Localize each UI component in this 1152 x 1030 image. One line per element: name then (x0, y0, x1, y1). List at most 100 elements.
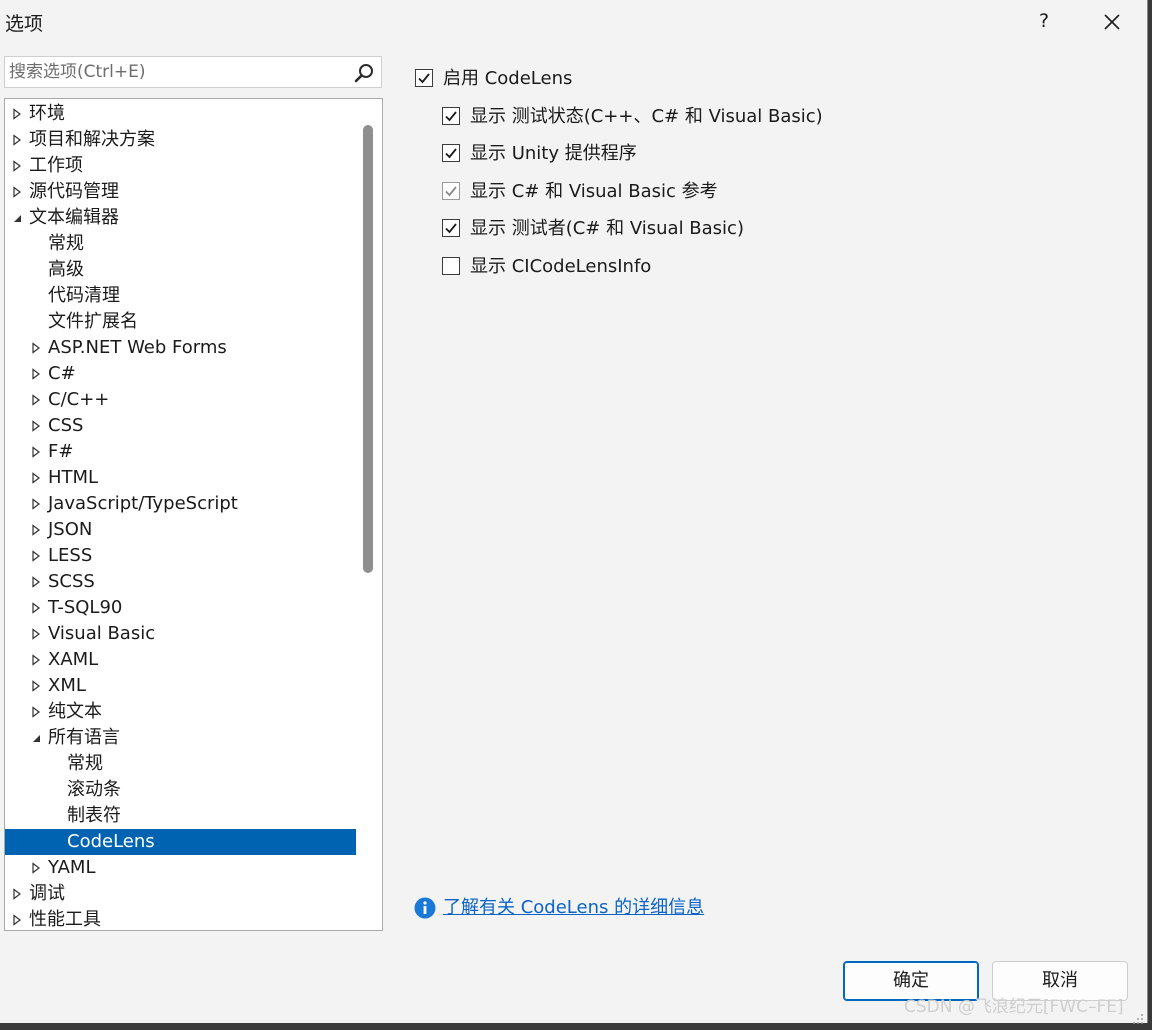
checkmark-icon (418, 73, 430, 84)
collapsed-arrow-icon[interactable] (29, 673, 43, 699)
tree-item[interactable]: F# (5, 439, 356, 465)
tree-item-label: 工作项 (29, 155, 83, 176)
tree-item-label: SCSS (48, 571, 95, 592)
option-checkbox[interactable] (442, 219, 460, 237)
tree-item[interactable]: 工作项 (5, 153, 356, 179)
option-checkbox (442, 182, 460, 200)
tree-item[interactable]: SCSS (5, 569, 356, 595)
tree-item-label: 文件扩展名 (48, 311, 138, 332)
option-label: 启用 CodeLens (443, 68, 573, 89)
tree-item[interactable]: 文本编辑器 (5, 205, 356, 231)
tree-item-label: F# (48, 441, 74, 462)
checkmark-icon (445, 223, 457, 234)
resize-grip-icon[interactable] (1132, 1009, 1144, 1024)
tree-item-label: 高级 (48, 259, 84, 280)
tree-item[interactable]: HTML (5, 465, 356, 491)
collapsed-arrow-icon[interactable] (29, 543, 43, 569)
collapsed-arrow-icon[interactable] (10, 881, 24, 907)
collapsed-arrow-icon[interactable] (10, 179, 24, 205)
tree-item[interactable]: ASP.NET Web Forms (5, 335, 356, 361)
tree-item[interactable]: 滚动条 (5, 777, 356, 803)
tree-item[interactable]: 源代码管理 (5, 179, 356, 205)
tree-item[interactable]: C/C++ (5, 387, 356, 413)
tree-item-label: 代码清理 (48, 285, 120, 306)
option-checkbox[interactable] (442, 107, 460, 125)
tree-item[interactable]: LESS (5, 543, 356, 569)
tree-item-label: XML (48, 675, 86, 696)
collapsed-arrow-icon[interactable] (29, 413, 43, 439)
expanded-arrow-icon[interactable] (29, 725, 43, 751)
collapsed-arrow-icon[interactable] (29, 647, 43, 673)
search-icon[interactable] (353, 62, 375, 84)
tree-item[interactable]: 文件扩展名 (5, 309, 356, 335)
tree-item[interactable]: Visual Basic (5, 621, 356, 647)
close-icon[interactable] (1096, 6, 1128, 38)
tree-item[interactable]: XML (5, 673, 356, 699)
tree-item-label: 常规 (48, 233, 84, 254)
option-checkbox[interactable] (415, 69, 433, 87)
tree-item-label: 环境 (29, 103, 65, 124)
tree-item[interactable]: 高级 (5, 257, 356, 283)
tree-item[interactable]: CSS (5, 413, 356, 439)
tree-item[interactable]: 常规 (5, 751, 356, 777)
tree-item-label: 文本编辑器 (29, 207, 119, 228)
collapsed-arrow-icon[interactable] (29, 439, 43, 465)
tree-scrollbar-thumb[interactable] (363, 125, 373, 573)
tree-item-label: ASP.NET Web Forms (48, 337, 227, 358)
options-tree[interactable]: 性能工具 调试 YAML CodeLens 制表符 滚动条 常规 所有语言 纯文本 XML XAML… (4, 98, 383, 931)
tree-item[interactable]: 所有语言 (5, 725, 356, 751)
info-icon (414, 897, 436, 919)
tree-item[interactable]: T-SQL90 (5, 595, 356, 621)
tree-item-label: 性能工具 (29, 909, 101, 930)
collapsed-arrow-icon[interactable] (29, 361, 43, 387)
option-checkbox[interactable] (442, 257, 460, 275)
tree-item-label: C# (48, 363, 76, 384)
tree-item[interactable]: 项目和解决方案 (5, 127, 356, 153)
tree-item-label: CodeLens (67, 831, 155, 852)
tree-item[interactable]: 制表符 (5, 803, 356, 829)
expanded-arrow-icon[interactable] (10, 205, 24, 231)
collapsed-arrow-icon[interactable] (10, 127, 24, 153)
collapsed-arrow-icon[interactable] (29, 569, 43, 595)
tree-item[interactable]: 调试 (5, 881, 356, 907)
collapsed-arrow-icon[interactable] (29, 517, 43, 543)
tree-item[interactable]: JSON (5, 517, 356, 543)
tree-item-label: Visual Basic (48, 623, 156, 644)
search-input[interactable] (9, 59, 349, 85)
tree-item[interactable]: CodeLens (5, 829, 356, 855)
tree-item-label: HTML (48, 467, 99, 488)
tree-item[interactable]: C# (5, 361, 356, 387)
collapsed-arrow-icon[interactable] (10, 153, 24, 179)
tree-item[interactable]: 环境 (5, 101, 356, 127)
tree-item[interactable]: 性能工具 (5, 907, 356, 930)
collapsed-arrow-icon[interactable] (29, 491, 43, 517)
tree-item[interactable]: YAML (5, 855, 356, 881)
option-checkbox[interactable] (442, 144, 460, 162)
tree-item-label: T-SQL90 (48, 597, 123, 618)
tree-item-label: C/C++ (48, 389, 110, 410)
tree-item[interactable]: 代码清理 (5, 283, 356, 309)
tree-item-label: 源代码管理 (29, 181, 119, 202)
checkmark-icon (445, 186, 457, 197)
collapsed-arrow-icon[interactable] (29, 595, 43, 621)
tree-item[interactable]: 纯文本 (5, 699, 356, 725)
learn-more-text[interactable]: 了解有关 CodeLens 的详细信息 (443, 894, 704, 922)
collapsed-arrow-icon[interactable] (10, 907, 24, 930)
tree-item[interactable]: JavaScript/TypeScript (5, 491, 356, 517)
collapsed-arrow-icon[interactable] (29, 387, 43, 413)
collapsed-arrow-icon[interactable] (29, 465, 43, 491)
tree-item-label: 纯文本 (48, 701, 102, 722)
collapsed-arrow-icon[interactable] (10, 101, 24, 127)
option-label: 显示 测试者(C# 和 Visual Basic) (470, 218, 744, 239)
help-button[interactable]: ? (1032, 6, 1056, 36)
collapsed-arrow-icon[interactable] (29, 335, 43, 361)
collapsed-arrow-icon[interactable] (29, 855, 43, 881)
title-bar: 选项 ? (0, 0, 1147, 44)
collapsed-arrow-icon[interactable] (29, 699, 43, 725)
tree-item[interactable]: XAML (5, 647, 356, 673)
tree-item-label: CSS (48, 415, 84, 436)
tree-item[interactable]: 常规 (5, 231, 356, 257)
collapsed-arrow-icon[interactable] (29, 621, 43, 647)
tree-item-label: 常规 (67, 753, 103, 774)
checkmark-icon (445, 148, 457, 159)
